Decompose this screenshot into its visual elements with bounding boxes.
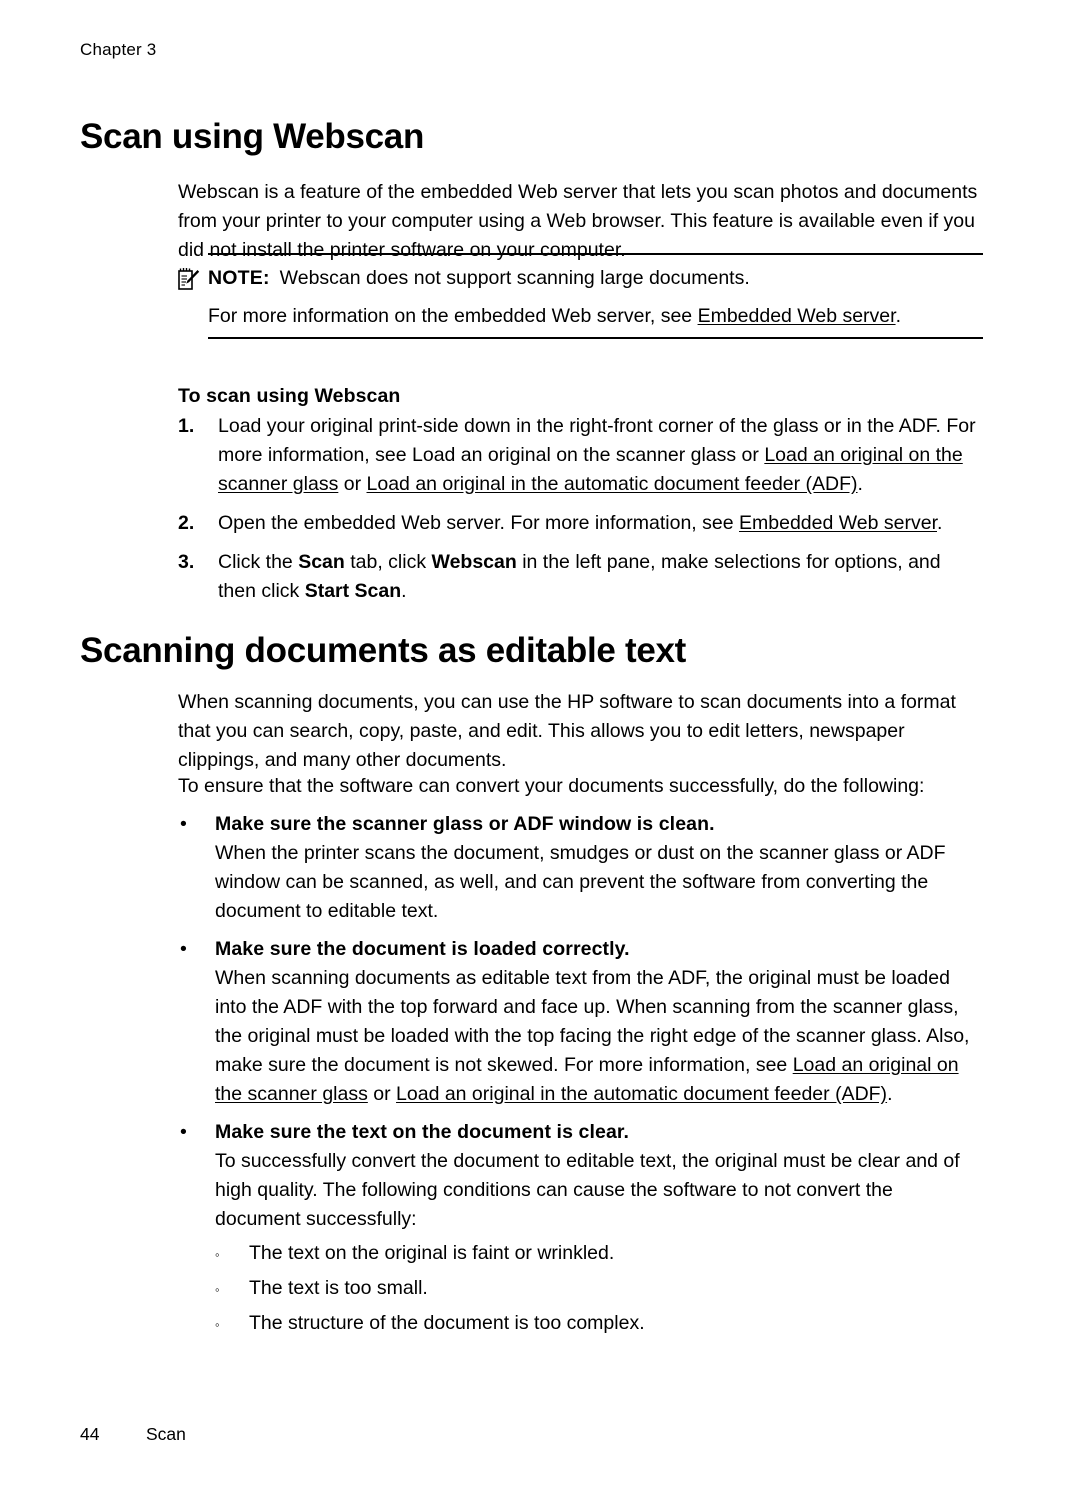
step-number: 1. <box>178 415 195 437</box>
bullet-body: To successfully convert the document to … <box>215 1150 960 1230</box>
step-item: 1. Load your original print-side down in … <box>178 412 983 499</box>
ui-label-start-scan: Start Scan <box>304 580 402 602</box>
ui-label-webscan: Webscan <box>431 551 517 573</box>
note-bottom-rule <box>208 337 983 339</box>
paragraph-text: Webscan is a feature of the embedded Web… <box>178 181 978 261</box>
note-callout: NOTE: Webscan does not support scanning l… <box>178 253 983 339</box>
link-load-original-adf[interactable]: Load an original in the automatic docume… <box>396 1083 887 1105</box>
document-page: Chapter 3 Scan using Webscan Webscan is … <box>0 0 1080 1495</box>
sub-bullet-text: The text on the original is faint or wri… <box>249 1242 615 1264</box>
bullet-marker-icon: • <box>180 813 187 835</box>
bullet-marker-icon: • <box>180 1121 187 1143</box>
step-tail: . <box>401 580 407 602</box>
bullet-title: Make sure the scanner glass or ADF windo… <box>215 813 715 835</box>
bullet-conjunction: or <box>367 1083 397 1105</box>
procedure-title-to-scan-using-webscan: To scan using Webscan <box>178 385 401 407</box>
bullet-tail: . <box>887 1083 893 1105</box>
sub-bullet-item: ◦ The text on the original is faint or wr… <box>215 1239 983 1268</box>
note-second-line: For more information on the embedded Web… <box>208 301 983 331</box>
note-xref-prefix: For more information on the embedded Web… <box>208 305 698 327</box>
intro-paragraph-editable-text: When scanning documents, you can use the… <box>178 688 983 775</box>
footer-page-number: 44 <box>80 1424 100 1444</box>
link-load-original-adf[interactable]: Load an original in the automatic docume… <box>367 473 858 495</box>
step-item: 3. Click the Scan tab, click Webscan in t… <box>178 548 983 606</box>
step-number: 2. <box>178 512 195 534</box>
note-label: NOTE: <box>208 267 270 289</box>
note-body: NOTE: Webscan does not support scanning l… <box>178 255 983 337</box>
bullet-item: • Make sure the text on the document is … <box>178 1118 983 1338</box>
bullets-intro-line: To ensure that the software can convert … <box>178 775 925 797</box>
step-item: 2. Open the embedded Web server. For more… <box>178 509 983 538</box>
sub-bullet-text: The text is too small. <box>249 1277 428 1299</box>
step-text: tab, click <box>344 551 432 573</box>
step-text: Open the embedded Web server. For more i… <box>218 512 739 534</box>
guidelines-bullet-list: • Make sure the scanner glass or ADF win… <box>178 810 983 1347</box>
bullet-item: • Make sure the scanner glass or ADF win… <box>178 810 983 926</box>
paragraph-text: When scanning documents, you can use the… <box>178 691 956 771</box>
sub-bullet-item: ◦ The structure of the document is too co… <box>215 1309 983 1338</box>
step-tail: . <box>857 473 863 495</box>
step-number: 3. <box>178 551 195 573</box>
bullet-marker-icon: • <box>180 938 187 960</box>
sub-bullet-item: ◦ The text is too small. <box>215 1274 983 1303</box>
intro-paragraph-webscan: Webscan is a feature of the embedded Web… <box>178 178 983 265</box>
sub-bullet-marker-icon: ◦ <box>215 1247 220 1262</box>
step-conjunction: or <box>338 473 367 495</box>
bullet-title: Make sure the text on the document is cl… <box>215 1121 630 1143</box>
sub-bullet-marker-icon: ◦ <box>215 1317 220 1332</box>
page-footer: 44 Scan <box>80 1424 186 1445</box>
link-embedded-web-server[interactable]: Embedded Web server <box>739 512 937 534</box>
bullet-body: When the printer scans the document, smu… <box>215 842 946 922</box>
bullet-body: When scanning documents as editable text… <box>215 964 983 1109</box>
chapter-header: Chapter 3 <box>80 40 157 59</box>
note-xref-suffix: . <box>895 305 901 327</box>
bullet-title: Make sure the document is loaded correct… <box>215 938 630 960</box>
note-pencil-icon <box>178 267 200 291</box>
footer-section-label: Scan <box>146 1424 186 1444</box>
link-embedded-web-server[interactable]: Embedded Web server <box>698 305 896 327</box>
bullet-item: • Make sure the document is loaded corre… <box>178 935 983 1109</box>
heading-scan-using-webscan: Scan using Webscan <box>80 117 425 156</box>
procedure-step-list: 1. Load your original print-side down in … <box>178 412 983 606</box>
step-text: Click the <box>218 551 299 573</box>
ui-label-scan-tab: Scan <box>298 551 345 573</box>
note-first-line: NOTE: Webscan does not support scanning l… <box>208 263 983 293</box>
sub-bullet-marker-icon: ◦ <box>215 1282 220 1297</box>
sub-bullet-text: The structure of the document is too com… <box>249 1312 645 1334</box>
heading-scanning-documents-as-editable-text: Scanning documents as editable text <box>80 631 687 670</box>
note-text: Webscan does not support scanning large … <box>279 267 750 289</box>
conditions-sub-list: ◦ The text on the original is faint or wr… <box>215 1239 983 1338</box>
step-tail: . <box>937 512 943 534</box>
